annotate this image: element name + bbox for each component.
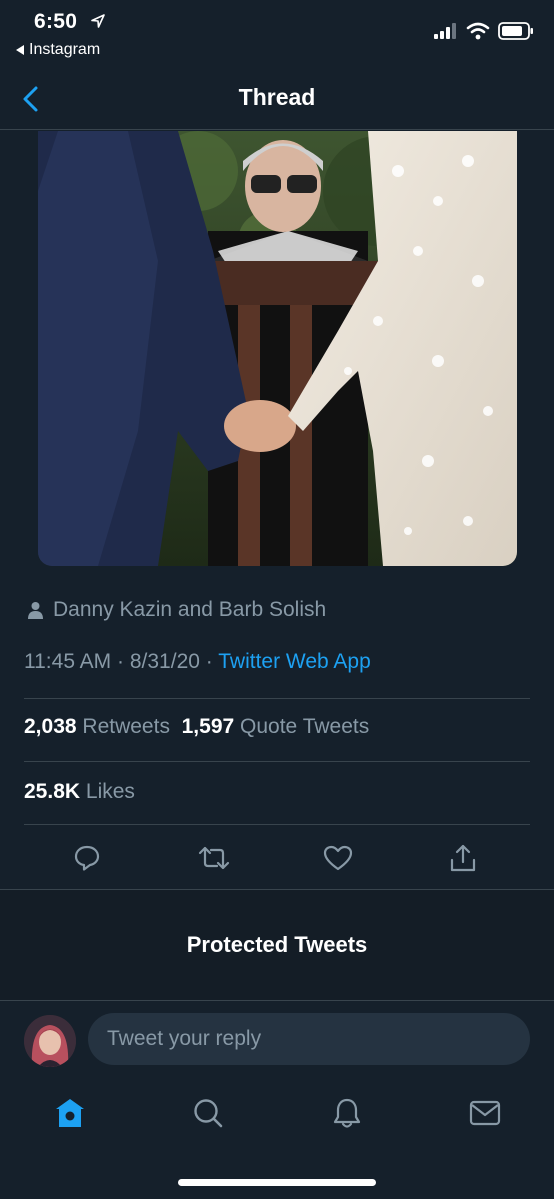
likes-label: Likes <box>85 780 135 803</box>
status-icons <box>434 22 534 40</box>
status-bar: 6:50 Instagram <box>0 0 554 70</box>
location-arrow-icon <box>91 14 105 28</box>
reply-bar: Tweet your reply <box>0 1001 554 1077</box>
retweet-button[interactable] <box>194 838 234 878</box>
like-icon <box>323 845 353 871</box>
nav-header: Thread <box>0 70 554 130</box>
separator: · <box>117 650 125 673</box>
likes-stat[interactable]: 25.8K Likes <box>24 780 135 804</box>
separator: · <box>205 650 213 673</box>
reply-input[interactable]: Tweet your reply <box>88 1013 530 1065</box>
tweet-time: 11:45 AM <box>24 650 112 673</box>
back-app-label: Instagram <box>29 41 101 58</box>
tagged-users-label: Danny Kazin and Barb Solish <box>53 598 327 621</box>
divider <box>24 761 530 762</box>
retweets-label: Retweets <box>82 715 170 738</box>
tweet-source-link[interactable]: Twitter Web App <box>218 650 371 673</box>
wedding-photo-image <box>38 131 517 566</box>
page-title: Thread <box>238 84 316 110</box>
back-to-app-link[interactable]: Instagram <box>16 41 100 59</box>
tab-messages[interactable] <box>465 1093 505 1133</box>
likes-count: 25.8K <box>24 780 81 803</box>
like-button[interactable] <box>318 838 358 878</box>
messages-icon <box>469 1100 501 1126</box>
notifications-icon <box>333 1098 361 1128</box>
tweet-date: 8/31/20 <box>129 650 200 673</box>
share-button[interactable] <box>443 838 483 878</box>
divider <box>24 698 530 699</box>
tab-home[interactable] <box>50 1093 90 1133</box>
protected-tweets-label: Protected Tweets <box>186 932 368 957</box>
wifi-icon <box>466 22 490 40</box>
home-icon <box>56 1099 84 1127</box>
search-icon <box>194 1099 223 1128</box>
tab-search[interactable] <box>188 1093 228 1133</box>
quote-tweets-stat[interactable]: 1,597 Quote Tweets <box>182 715 370 738</box>
tweet-actions <box>0 838 554 878</box>
reply-icon <box>74 845 100 871</box>
battery-icon <box>498 22 533 40</box>
avatar[interactable] <box>24 1015 76 1067</box>
person-icon <box>28 602 43 619</box>
quote-tweets-count: 1,597 <box>181 715 235 738</box>
tagged-users[interactable]: Danny Kazin and Barb Solish <box>28 598 326 622</box>
divider <box>24 824 530 825</box>
status-time: 6:50 <box>34 10 78 33</box>
engagement-stats: 2,038 Retweets 1,597 Quote Tweets <box>24 715 369 739</box>
tweet-timestamp: 11:45 AM · 8/31/20 · Twitter Web App <box>24 650 371 674</box>
tweet-photo[interactable] <box>38 131 517 566</box>
retweets-count: 2,038 <box>24 715 77 738</box>
signal-icon <box>434 23 456 39</box>
reply-button[interactable] <box>67 838 107 878</box>
avatar-image <box>24 1015 76 1067</box>
protected-tweets-notice: Protected Tweets <box>0 890 554 1000</box>
retweet-icon <box>198 846 230 870</box>
retweets-stat[interactable]: 2,038 Retweets <box>24 715 170 738</box>
home-indicator[interactable] <box>178 1179 376 1186</box>
tab-notifications[interactable] <box>327 1093 367 1133</box>
share-icon <box>450 844 476 872</box>
back-triangle-icon <box>16 45 24 55</box>
quote-tweets-label: Quote Tweets <box>240 715 370 738</box>
